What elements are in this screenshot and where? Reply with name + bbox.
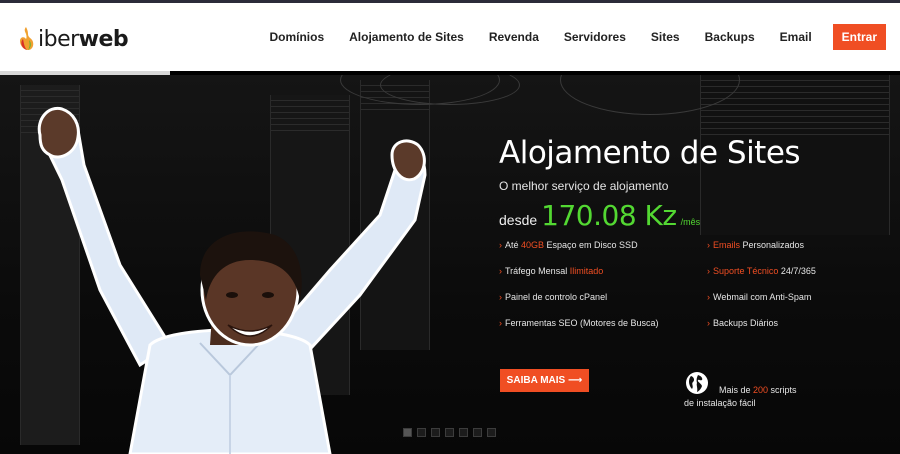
slider-dot[interactable] [417,428,426,437]
flame-logo-icon [20,27,34,50]
feature-highlight: Emails [713,240,741,250]
scripts-line1: Mais de 200 scripts [684,384,804,397]
feature-text: Tráfego Mensal [505,266,570,276]
cheering-woman-image [37,106,427,454]
nav-item-email[interactable]: Email [780,30,812,44]
site-header: iberweb Domínios Alojamento de Sites Rev… [0,3,900,71]
slider-pagination [403,428,501,437]
chevron-right-icon: › [499,240,502,250]
feature-text: Painel de controlo cPanel [505,292,608,302]
feature-text: Espaço em Disco SSD [544,240,638,250]
logo-text-bold: web [78,26,129,52]
chevron-right-icon: › [707,266,710,276]
slider-dot[interactable] [473,428,482,437]
logo-text-light: iber [38,26,79,52]
main-nav: Domínios Alojamento de Sites Revenda Ser… [244,24,886,50]
logo-text: iberweb [38,26,129,52]
slider-dot[interactable] [431,428,440,437]
feature-highlight: Suporte Técnico [713,266,779,276]
feature-text: Ferramentas SEO (Motores de Busca) [505,318,659,328]
feature-item: › Painel de controlo cPanel [499,292,607,302]
logo[interactable]: iberweb [16,25,129,53]
nav-item-dominios[interactable]: Domínios [269,30,324,44]
nav-item-alojamento[interactable]: Alojamento de Sites [349,30,464,44]
slider-dot[interactable] [487,428,496,437]
feature-item: › Webmail com Anti-Spam [707,292,811,302]
chevron-right-icon: › [499,266,502,276]
feature-highlight: Ilimitado [569,266,604,276]
price-value: 170.08 Kz [541,199,677,232]
hero-subtitle: O melhor serviço de alojamento [499,179,669,193]
scripts-line2: de instalação fácil [684,398,756,408]
chevron-right-icon: › [499,318,502,328]
feature-highlight: 40GB [521,240,545,250]
feature-item: › Suporte Técnico 24/7/365 [707,266,816,276]
slider-dot[interactable] [459,428,468,437]
chevron-right-icon: › [499,292,502,302]
chevron-right-icon: › [707,318,710,328]
feature-text: 24/7/365 [778,266,816,276]
nav-item-backups[interactable]: Backups [705,30,755,44]
slider-dot[interactable] [445,428,454,437]
feature-item: › Até 40GB Espaço em Disco SSD [499,240,638,250]
price-unit: /mês [680,217,701,227]
feature-item: › Backups Diários [707,318,778,328]
feature-text: Backups Diários [713,318,779,328]
feature-item: › Tráfego Mensal Ilimitado [499,266,603,276]
price-row: desde 170.08 Kz /mês [499,199,700,232]
scripts-count: 200 [753,385,769,395]
hero-banner: Alojamento de Sites O melhor serviço de … [0,75,900,454]
hero-title: Alojamento de Sites [499,135,801,171]
price-prefix: desde [499,212,538,228]
scripts-info: Mais de 200 scripts de instalação fácil [684,384,804,410]
learn-more-button[interactable]: SAIBA MAIS ⟶ [500,369,589,392]
feature-text: Personalizados [740,240,805,250]
chevron-right-icon: › [707,240,710,250]
login-button[interactable]: Entrar [832,24,886,50]
feature-item: › Ferramentas SEO (Motores de Busca) [499,318,659,328]
nav-item-revenda[interactable]: Revenda [489,30,539,44]
chevron-right-icon: › [707,292,710,302]
scripts-text: scripts [768,385,797,395]
nav-item-sites[interactable]: Sites [651,30,680,44]
nav-item-servidores[interactable]: Servidores [564,30,626,44]
feature-text: Webmail com Anti-Spam [713,292,812,302]
feature-item: › Emails Personalizados [707,240,804,250]
scripts-text: Mais de [719,385,754,395]
slider-dot[interactable] [403,428,412,437]
feature-text: Até [505,240,522,250]
